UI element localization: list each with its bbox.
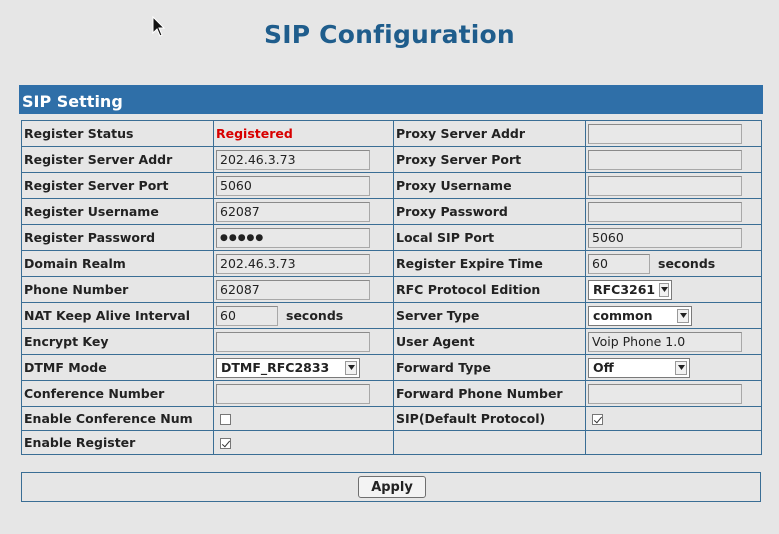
local-sip-port-input[interactable]: 5060 [588, 227, 742, 248]
proxy-username-input[interactable] [588, 175, 742, 196]
register-password-input[interactable]: ●●●●● [216, 227, 370, 248]
table-row: Register Status Registered Proxy Server … [21, 120, 762, 147]
table-row: NAT Keep Alive Interval 60 seconds Server… [21, 302, 762, 329]
table-row: Encrypt Key User Agent Voip Phone 1.0 [21, 328, 762, 355]
forward-type-label: Forward Type [393, 354, 586, 381]
sip-default-protocol-checkbox[interactable] [592, 414, 603, 425]
server-type-value: common [593, 308, 653, 323]
chevron-down-icon [675, 360, 687, 375]
register-server-addr-label: Register Server Addr [21, 146, 214, 173]
table-row: Conference Number Forward Phone Number [21, 380, 762, 407]
rfc-protocol-edition-select[interactable]: RFC3261 [588, 279, 672, 300]
table-row: Register Username 62087 Proxy Password [21, 198, 762, 225]
proxy-password-input[interactable] [588, 201, 742, 222]
register-username-label: Register Username [21, 198, 214, 225]
encrypt-key-input[interactable] [216, 331, 370, 352]
local-sip-port-label: Local SIP Port [393, 224, 586, 251]
server-type-select[interactable]: common [588, 305, 692, 326]
table-row: Register Password ●●●●● Local SIP Port 5… [21, 224, 762, 251]
table-row: Register Server Addr 202.46.3.73 Proxy S… [21, 146, 762, 173]
register-expire-time-input[interactable]: 60 [588, 253, 650, 274]
footer-bar: Apply [21, 472, 761, 502]
table-row: Register Server Port 5060 Proxy Username [21, 172, 762, 199]
chevron-down-icon [659, 282, 669, 297]
nat-keep-alive-unit: seconds [286, 308, 344, 323]
dtmf-mode-select[interactable]: DTMF_RFC2833 [216, 357, 360, 378]
table-row: Enable Conference Num SIP(Default Protoc… [21, 406, 762, 431]
register-server-port-label: Register Server Port [21, 172, 214, 199]
forward-phone-number-input[interactable] [588, 383, 742, 404]
forward-type-value: Off [593, 360, 614, 375]
nat-keep-alive-label: NAT Keep Alive Interval [21, 302, 214, 329]
chevron-down-icon [677, 308, 689, 323]
table-row: DTMF Mode DTMF_RFC2833 Forward Type Off [21, 354, 762, 381]
table-row: Domain Realm 202.46.3.73 Register Expire… [21, 250, 762, 277]
proxy-password-label: Proxy Password [393, 198, 586, 225]
dtmf-mode-label: DTMF Mode [21, 354, 214, 381]
conference-number-input[interactable] [216, 383, 370, 404]
register-server-port-input[interactable]: 5060 [216, 175, 370, 196]
proxy-server-port-input[interactable] [588, 149, 742, 170]
phone-number-label: Phone Number [21, 276, 214, 303]
proxy-server-port-label: Proxy Server Port [393, 146, 586, 173]
chevron-down-icon [345, 360, 357, 375]
proxy-server-addr-input[interactable] [588, 123, 742, 144]
apply-button[interactable]: Apply [358, 476, 426, 498]
enable-conference-num-checkbox[interactable] [220, 414, 231, 425]
enable-register-label: Enable Register [21, 430, 214, 455]
section-header: SIP Setting [19, 85, 763, 114]
register-server-addr-input[interactable]: 202.46.3.73 [216, 149, 370, 170]
register-expire-unit: seconds [658, 256, 716, 271]
empty-cell [585, 430, 762, 455]
register-expire-time-label: Register Expire Time [393, 250, 586, 277]
user-agent-label: User Agent [393, 328, 586, 355]
register-status-label: Register Status [21, 120, 214, 147]
register-status-value: Registered [216, 126, 293, 141]
dtmf-mode-value: DTMF_RFC2833 [221, 360, 330, 375]
proxy-server-addr-label: Proxy Server Addr [393, 120, 586, 147]
server-type-label: Server Type [393, 302, 586, 329]
rfc-protocol-edition-value: RFC3261 [593, 282, 656, 297]
encrypt-key-label: Encrypt Key [21, 328, 214, 355]
user-agent-input[interactable]: Voip Phone 1.0 [588, 331, 742, 352]
table-row: Phone Number 62087 RFC Protocol Edition … [21, 276, 762, 303]
rfc-protocol-edition-label: RFC Protocol Edition [393, 276, 586, 303]
page-title: SIP Configuration [264, 20, 515, 49]
domain-realm-label: Domain Realm [21, 250, 214, 277]
empty-cell [393, 430, 586, 455]
domain-realm-input[interactable]: 202.46.3.73 [216, 253, 370, 274]
forward-phone-number-label: Forward Phone Number [393, 380, 586, 407]
sip-default-protocol-label: SIP(Default Protocol) [393, 406, 586, 431]
register-password-label: Register Password [21, 224, 214, 251]
table-row: Enable Register [21, 430, 762, 455]
sip-settings-table: Register Status Registered Proxy Server … [21, 120, 762, 455]
conference-number-label: Conference Number [21, 380, 214, 407]
forward-type-select[interactable]: Off [588, 357, 690, 378]
proxy-username-label: Proxy Username [393, 172, 586, 199]
enable-conference-num-label: Enable Conference Num [21, 406, 214, 431]
enable-register-checkbox[interactable] [220, 438, 231, 449]
register-username-input[interactable]: 62087 [216, 201, 370, 222]
phone-number-input[interactable]: 62087 [216, 279, 370, 300]
nat-keep-alive-input[interactable]: 60 [216, 305, 278, 326]
